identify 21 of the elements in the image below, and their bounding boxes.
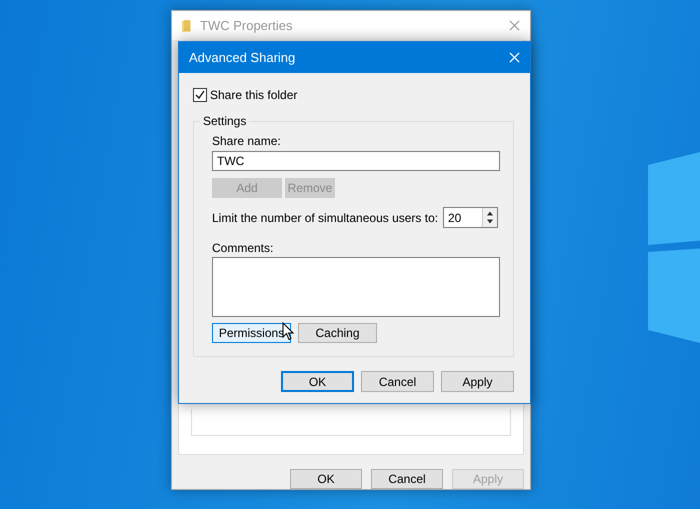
mouse-cursor-icon <box>282 322 294 341</box>
field-label: Share name: <box>212 134 282 148</box>
window-title: Advanced Sharing <box>189 50 296 65</box>
share-name-field[interactable]: TWC <box>212 151 500 171</box>
dialog-button[interactable]: OK <box>290 469 362 489</box>
field-label: Comments: <box>212 241 274 255</box>
dialog-button[interactable]: OK <box>281 371 354 392</box>
field-label: Limit the number of simultaneous users to: <box>212 210 438 224</box>
checkbox-label: Share this folder <box>210 88 298 102</box>
group-title: Settings <box>200 114 250 128</box>
comments-field[interactable] <box>212 257 500 317</box>
folder-icon <box>182 18 192 33</box>
dialog-button[interactable]: Cancel <box>371 469 443 489</box>
window-title: TWC Properties <box>200 18 294 34</box>
dialog-button[interactable]: Caching <box>298 323 377 343</box>
dialog-button[interactable]: Cancel <box>361 371 434 392</box>
spin-box[interactable]: 20 <box>443 207 498 228</box>
dialog-button[interactable]: Apply <box>441 371 514 392</box>
checkbox[interactable] <box>193 88 207 102</box>
dialog-button[interactable]: Permissions <box>212 323 291 343</box>
close-icon[interactable] <box>509 20 520 32</box>
